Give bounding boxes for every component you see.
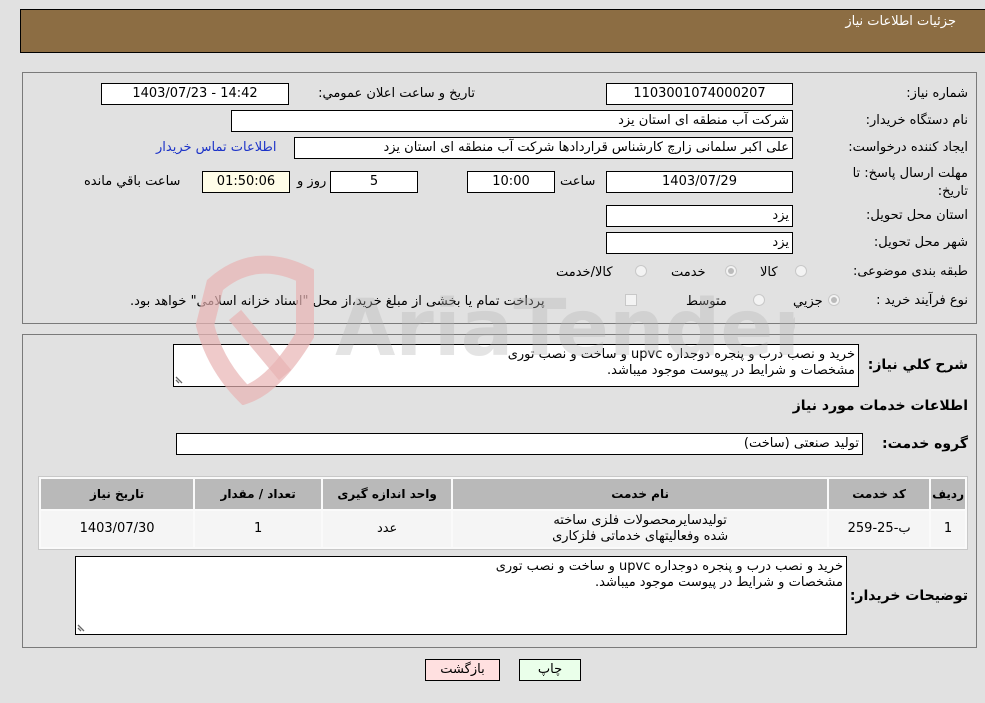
announce-label: تاريخ و ساعت اعلان عمومي: [318,86,475,101]
deadline-time-label: ساعت [560,174,596,189]
remaining-time-label: ساعت باقي مانده [84,174,181,189]
deadline-time-field[interactable]: 10:00 [467,171,555,193]
cell-row: 1 [931,511,965,547]
description-label: شرح كلي نياز: [867,357,968,373]
page-title: جزئیات اطلاعات نیاز [845,14,956,29]
cell-service-name: تولیدسایرمحصولات فلزی ساخته شده وفعالیته… [453,511,828,547]
resize-grip-icon[interactable] [175,374,185,384]
need-number-field[interactable]: 1103001074000207 [606,83,793,105]
city-field[interactable]: یزد [606,232,793,254]
category-option-service: خدمت [671,265,706,280]
print-button[interactable]: چاپ [519,659,581,681]
city-label: شهر محل تحويل: [873,235,968,250]
category-label: طبقه بندی موضوعی: [852,264,968,279]
cell-need-date: 1403/07/30 [41,511,194,547]
col-service-name: نام خدمت [453,479,828,509]
category-radio-goods-service[interactable] [635,265,647,277]
process-radio-minor[interactable] [828,294,840,306]
province-label: استان محل تحويل: [866,208,968,223]
remaining-time-field[interactable]: 01:50:06 [202,171,290,193]
col-service-code: كد خدمت [829,479,930,509]
back-button[interactable]: بازگشت [425,659,500,681]
table-row: 1 ب-25-259 تولیدسایرمحصولات فلزی ساخته ش… [41,511,965,547]
page-header [20,9,985,53]
service-group-label: گروه خدمت: [882,436,968,452]
col-need-date: تاريخ نياز [41,479,194,509]
service-group-field[interactable]: تولید صنعتی (ساخت) [176,433,863,455]
process-option-minor: جزيي [793,294,823,309]
resize-grip-icon[interactable] [77,622,87,632]
treasury-checkbox[interactable] [625,294,637,306]
category-radio-service[interactable] [725,265,737,277]
creator-label: ايجاد كننده درخواست: [848,140,968,155]
col-quantity: تعداد / مقدار [195,479,322,509]
announce-value: 1403/07/23 - 14:42 [132,86,258,101]
buyer-org-label: نام دستگاه خريدار: [865,113,968,128]
need-number-label: شماره نیاز: [906,86,968,101]
treasury-note: پرداخت تمام یا بخشی از مبلغ خرید،از محل … [130,294,545,309]
services-table: رديف كد خدمت نام خدمت واحد اندازه گيری ت… [38,476,968,550]
days-field[interactable]: 5 [330,171,418,193]
province-field[interactable]: یزد [606,205,793,227]
buyer-notes-textarea[interactable]: خرید و نصب درب و پنجره دوجداره upvc و سا… [75,556,847,635]
cell-quantity: 1 [195,511,322,547]
buyer-notes-label: توضيحات خريدار: [849,588,968,604]
creator-field[interactable]: علی اکبر سلمانی زارچ کارشناس قراردادها ش… [294,137,793,159]
cell-unit: عدد [323,511,452,547]
process-option-medium: متوسط [686,294,727,309]
description-textarea[interactable]: خرید و نصب درب و پنجره دوجداره upvc و سا… [173,344,859,387]
col-unit: واحد اندازه گيری [323,479,452,509]
category-option-goods: کالا [760,265,778,280]
announce-field[interactable]: 1403/07/23 - 14:42 [101,83,289,105]
cell-service-code: ب-25-259 [829,511,930,547]
deadline-label: مهلت ارسال پاسخ: تا تاريخ: [852,166,968,199]
col-row: رديف [931,479,965,509]
days-label: روز و [297,174,327,189]
buyer-org-field[interactable]: شرکت آب منطقه ای استان یزد [231,110,793,132]
process-label: نوع فرآيند خريد : [876,293,968,308]
deadline-date-field[interactable]: 1403/07/29 [606,171,793,193]
process-radio-medium[interactable] [753,294,765,306]
buyer-contact-link[interactable]: اطلاعات تماس خريدار [156,140,276,155]
services-heading: اطلاعات خدمات مورد نياز [792,398,968,414]
category-option-goods-service: کالا/خدمت [556,265,613,280]
category-radio-goods[interactable] [795,265,807,277]
table-header-row: رديف كد خدمت نام خدمت واحد اندازه گيری ت… [41,479,965,509]
